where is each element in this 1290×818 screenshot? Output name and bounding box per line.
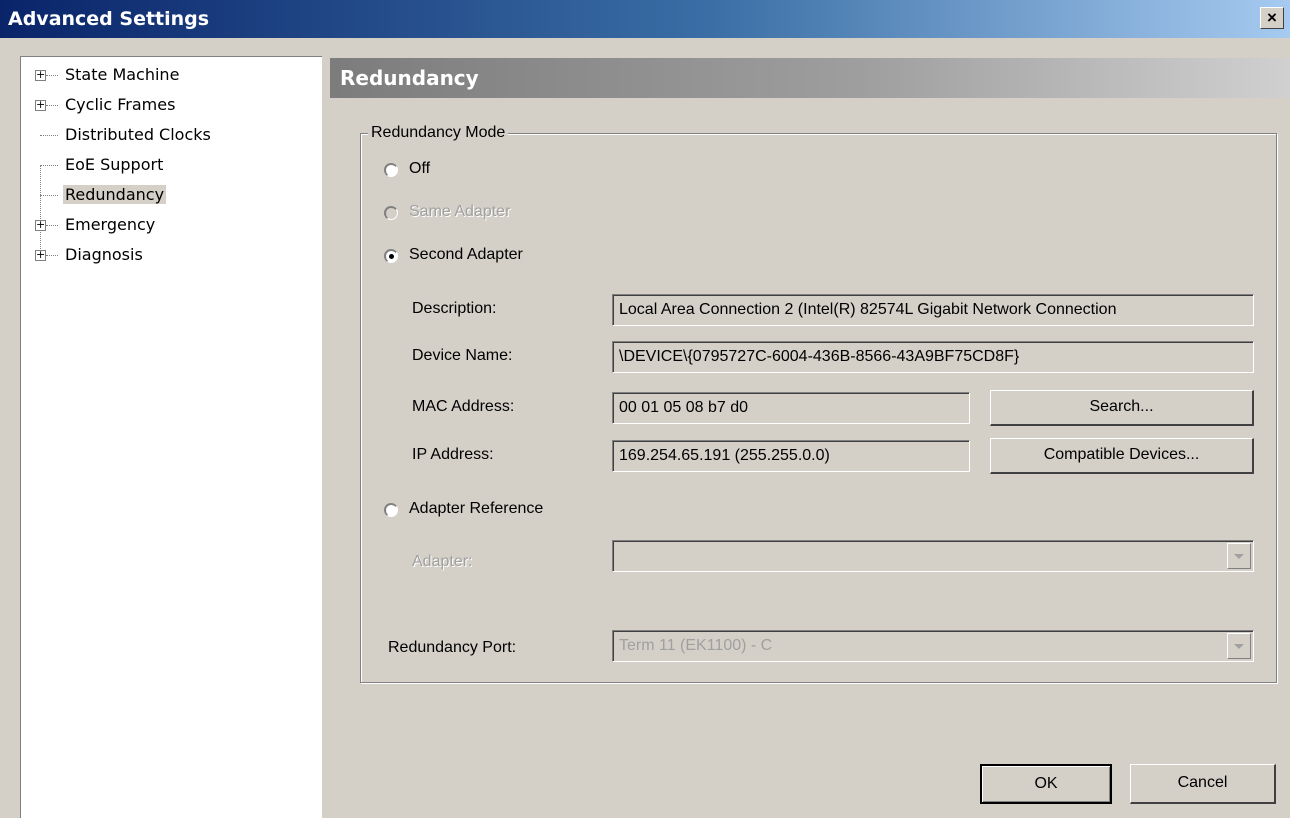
adapter-select[interactable] [612,540,1254,572]
description-field[interactable]: Local Area Connection 2 (Intel(R) 82574L… [612,294,1254,326]
tree-item-label: Emergency [65,215,156,234]
settings-tree[interactable]: + State Machine + Cyclic Frames Distribu… [20,56,322,818]
chevron-down-icon[interactable] [1227,543,1251,569]
radio-checked-icon[interactable] [384,249,398,263]
adapter-label: Adapter: [412,553,473,570]
redundancy-port-label: Redundancy Port: [388,639,517,656]
close-button[interactable]: × [1260,7,1284,29]
window-title: Advanced Settings [8,8,210,30]
radio-label: Second Adapter [409,246,523,263]
expand-icon[interactable]: + [35,219,46,231]
radio-label: Same Adapter [409,203,511,220]
expand-icon[interactable]: + [35,249,46,261]
description-label: Description: [412,300,497,317]
mac-address-label: MAC Address: [412,398,515,415]
search-button[interactable]: Search... [990,390,1254,426]
tree-item-cyclic-frames[interactable]: + Cyclic Frames [21,91,321,119]
device-name-field[interactable]: \DEVICE\{0795727C-6004-436B-8566-43A9BF7… [612,341,1254,373]
tree-item-label: State Machine [65,65,180,84]
tree-item-label: Redundancy [63,185,167,204]
section-title: Redundancy [340,66,479,90]
tree-item-state-machine[interactable]: + State Machine [21,61,321,89]
chevron-down-icon[interactable] [1227,633,1251,659]
ip-address-field[interactable]: 169.254.65.191 (255.255.0.0) [612,440,970,472]
tree-item-label: Distributed Clocks [65,125,211,144]
tree-item-diagnosis[interactable]: + Diagnosis [21,241,321,269]
expand-icon[interactable]: + [35,99,46,111]
redundancy-port-value: Term 11 (EK1100) - C [619,637,773,654]
tree-item-label: Diagnosis [65,245,143,264]
tree-item-label: EoE Support [65,155,164,174]
redundancy-port-select[interactable]: Term 11 (EK1100) - C [612,630,1254,662]
tree-item-emergency[interactable]: + Emergency [21,211,321,239]
tree-item-label: Cyclic Frames [65,95,176,114]
compatible-devices-button[interactable]: Compatible Devices... [990,438,1254,474]
tree-item-redundancy[interactable]: Redundancy [21,181,321,209]
cancel-button[interactable]: Cancel [1130,764,1276,804]
ok-button[interactable]: OK [980,764,1112,804]
device-name-label: Device Name: [412,347,513,364]
radio-label: Adapter Reference [409,500,544,517]
expand-icon[interactable]: + [35,69,46,81]
group-legend: Redundancy Mode [368,124,509,142]
ip-address-label: IP Address: [412,446,494,463]
tree-item-eoe-support[interactable]: EoE Support [21,151,321,179]
title-bar: Advanced Settings × [0,0,1290,38]
radio-icon[interactable] [384,503,398,517]
mac-address-field[interactable]: 00 01 05 08 b7 d0 [612,392,970,424]
tree-item-distributed-clocks[interactable]: Distributed Clocks [21,121,321,149]
radio-label: Off [409,160,431,177]
radio-icon[interactable] [384,206,398,220]
section-header: Redundancy [330,58,1290,98]
radio-icon[interactable] [384,163,398,177]
